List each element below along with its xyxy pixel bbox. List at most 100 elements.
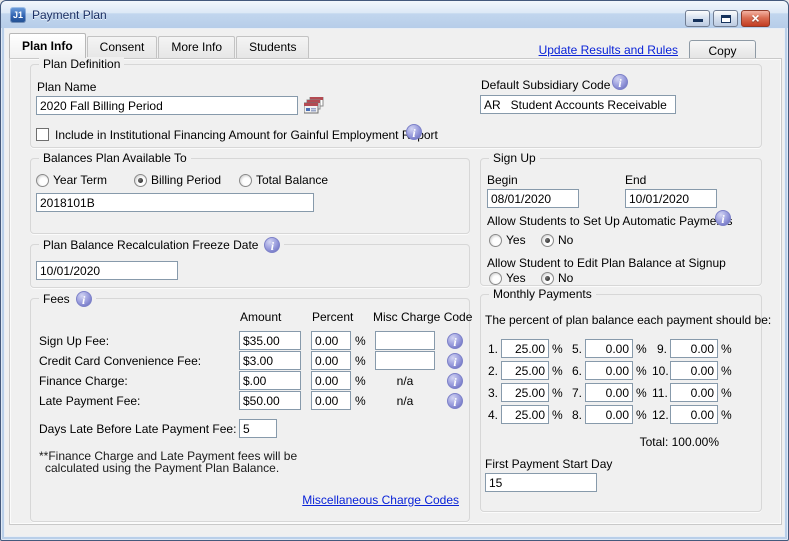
cc-convenience-fee-amount-input[interactable] [239, 351, 301, 370]
end-date-input[interactable] [625, 189, 717, 208]
payment-4-input[interactable] [501, 405, 549, 424]
late-payment-fee-percent-input[interactable] [311, 391, 351, 410]
fees-title: Fees [43, 292, 70, 306]
auto-payments-no-label: No [558, 233, 573, 247]
amount-column-header: Amount [240, 310, 281, 324]
payment-9-input[interactable] [670, 339, 718, 358]
misc-charge-codes-link[interactable]: Miscellaneous Charge Codes [302, 493, 459, 507]
payment-1-input[interactable] [501, 339, 549, 358]
gainful-employment-info-icon[interactable]: i [406, 124, 422, 140]
payment-12-input[interactable] [670, 405, 718, 424]
payment-6-input[interactable] [585, 361, 633, 380]
tab-strip: Plan Info Consent More Info Students Upd… [9, 33, 780, 58]
finance-charge-info-icon[interactable]: i [447, 373, 463, 389]
sign-up-fee-info-icon[interactable]: i [447, 333, 463, 349]
auto-payments-no-radio[interactable] [541, 234, 554, 247]
cc-convenience-fee-percent-input[interactable] [311, 351, 351, 370]
payment-10-input[interactable] [670, 361, 718, 380]
percent-symbol: % [721, 386, 732, 400]
balances-title: Balances Plan Available To [39, 151, 191, 165]
cc-convenience-fee-row: Credit Card Convenience Fee: % i [39, 351, 463, 370]
edit-balance-yes-radio[interactable] [489, 272, 502, 285]
update-results-link[interactable]: Update Results and Rules [539, 43, 678, 57]
tab-consent[interactable]: Consent [87, 36, 158, 58]
payment-7-input[interactable] [585, 383, 633, 402]
tab-more-info[interactable]: More Info [158, 36, 235, 58]
j1-app-icon: J1 [10, 7, 26, 23]
freeze-date-input[interactable] [36, 261, 178, 280]
days-late-label: Days Late Before Late Payment Fee: [39, 422, 239, 436]
payment-10-number: 10. [652, 364, 667, 378]
sign-up-fee-label: Sign Up Fee: [39, 334, 239, 348]
payment-11-number: 11. [652, 386, 667, 400]
sign-up-fee-misc-code-input[interactable] [375, 331, 435, 350]
freeze-date-group: Plan Balance Recalculation Freeze Date i [30, 244, 470, 288]
first-payment-start-day-label: First Payment Start Day [485, 457, 612, 471]
finance-charge-percent-input[interactable] [311, 371, 351, 390]
window-title: Payment Plan [32, 8, 107, 22]
gainful-employment-checkbox[interactable] [36, 128, 49, 141]
plan-name-label: Plan Name [37, 80, 96, 94]
sign-up-fee-percent-input[interactable] [311, 331, 351, 350]
finance-charge-amount-input[interactable] [239, 371, 301, 390]
payment-3-input[interactable] [501, 383, 549, 402]
sign-up-fee-row: Sign Up Fee: % i [39, 331, 463, 350]
late-payment-fee-amount-input[interactable] [239, 391, 301, 410]
title-bar[interactable]: J1 Payment Plan × [1, 1, 788, 28]
close-button[interactable]: × [741, 10, 770, 27]
freeze-date-info-icon[interactable]: i [264, 237, 280, 253]
total-line: Total: 100.00% [640, 435, 719, 449]
billing-period-radio[interactable] [134, 174, 147, 187]
plan-name-translations-icon[interactable] [304, 97, 324, 114]
payment-11-input[interactable] [670, 383, 718, 402]
payment-6-number: 6. [567, 364, 582, 378]
total-value: 100.00% [672, 435, 719, 449]
end-label: End [625, 173, 646, 187]
late-payment-fee-row: Late Payment Fee: % n/a i [39, 391, 463, 410]
late-payment-fee-label: Late Payment Fee: [39, 394, 239, 408]
plan-info-tab-page: Plan Definition Plan Name Include in Ins… [9, 58, 782, 525]
freeze-date-title: Plan Balance Recalculation Freeze Date [43, 238, 258, 252]
tab-plan-info[interactable]: Plan Info [9, 33, 86, 58]
payment-5-input[interactable] [585, 339, 633, 358]
payment-plan-window: J1 Payment Plan × Plan Info Consent More… [0, 0, 789, 541]
late-payment-fee-misc-na: n/a [375, 394, 435, 408]
close-icon: × [742, 11, 769, 26]
percent-symbol: % [552, 408, 563, 422]
payment-1-number: 1. [483, 342, 498, 356]
maximize-button[interactable] [713, 10, 738, 27]
cc-convenience-fee-info-icon[interactable]: i [447, 353, 463, 369]
billing-period-code-input[interactable] [36, 193, 314, 212]
minimize-button[interactable] [685, 10, 710, 27]
payment-2-input[interactable] [501, 361, 549, 380]
billing-period-label: Billing Period [151, 173, 221, 187]
edit-balance-no-radio[interactable] [541, 272, 554, 285]
payment-8-input[interactable] [585, 405, 633, 424]
percent-symbol: % [721, 364, 732, 378]
late-payment-fee-info-icon[interactable]: i [447, 393, 463, 409]
default-subsidiary-label: Default Subsidiary Code [481, 78, 610, 92]
total-balance-radio[interactable] [239, 174, 252, 187]
cc-convenience-fee-misc-code-input[interactable] [375, 351, 435, 370]
auto-payments-yes-radio[interactable] [489, 234, 502, 247]
year-term-label: Year Term [53, 173, 107, 187]
year-term-radio[interactable] [36, 174, 49, 187]
payment-12-number: 12. [652, 408, 667, 422]
finance-charge-row: Finance Charge: % n/a i [39, 371, 463, 390]
sign-up-fee-amount-input[interactable] [239, 331, 301, 350]
plan-name-input[interactable] [36, 96, 298, 115]
sign-up-title: Sign Up [489, 151, 540, 165]
percent-symbol: % [636, 342, 647, 356]
fees-info-icon[interactable]: i [76, 291, 92, 307]
payments-column-3: 9.% 10.% 11.% 12.% [652, 339, 738, 427]
days-late-input[interactable] [239, 419, 277, 438]
maximize-icon [721, 15, 731, 23]
default-subsidiary-info-icon[interactable]: i [612, 74, 628, 90]
auto-payments-info-icon[interactable]: i [715, 210, 731, 226]
percent-symbol: % [636, 364, 647, 378]
tab-students[interactable]: Students [236, 36, 309, 58]
begin-date-input[interactable] [487, 189, 579, 208]
default-subsidiary-input[interactable] [480, 95, 676, 114]
first-payment-start-day-input[interactable] [485, 473, 597, 492]
payments-column-1: 1.% 2.% 3.% 4.% [483, 339, 569, 427]
